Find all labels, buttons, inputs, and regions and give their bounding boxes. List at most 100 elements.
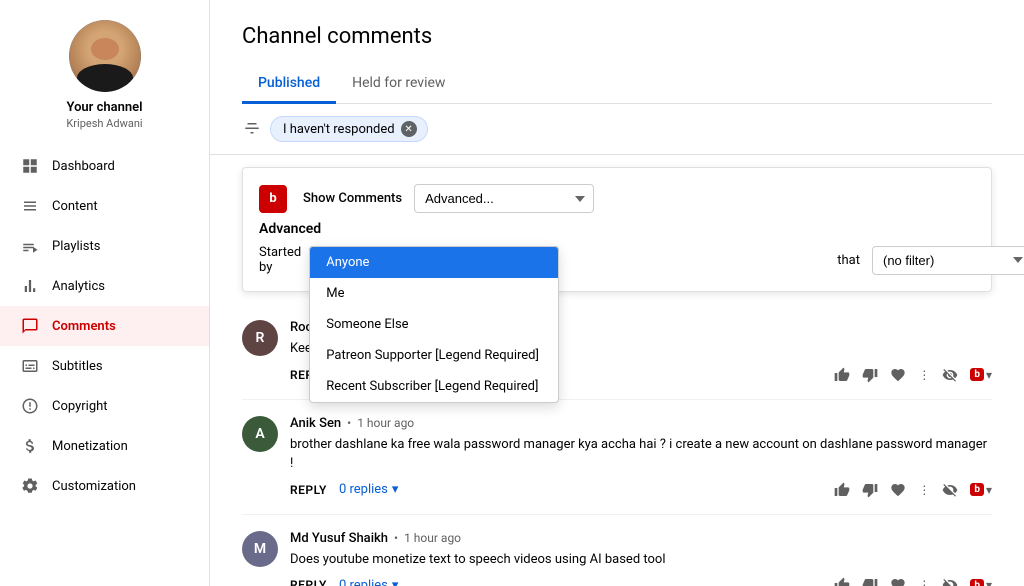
heart-button[interactable] — [890, 577, 906, 586]
avatar: A — [242, 416, 278, 452]
content-icon — [20, 196, 40, 216]
channel-badge-button[interactable]: b▾ — [970, 578, 992, 586]
dropdown-item-me[interactable]: Me — [310, 278, 558, 309]
sidebar-item-copyright[interactable]: Copyright — [0, 386, 209, 426]
heart-button[interactable] — [890, 482, 906, 498]
more-options-button[interactable]: ⋮ — [918, 483, 930, 497]
heart-button[interactable] — [890, 367, 906, 383]
that-filter-select[interactable]: (no filter) — [872, 246, 1024, 275]
sidebar-item-dashboard[interactable]: Dashboard — [0, 146, 209, 186]
channel-badge-button[interactable]: b▾ — [970, 368, 992, 382]
filter-icon[interactable] — [242, 119, 262, 139]
that-label: that — [837, 253, 860, 268]
dropdown-item-someone-else[interactable]: Someone Else — [310, 309, 558, 340]
sidebar-item-customization[interactable]: Customization — [0, 466, 209, 506]
customization-icon — [20, 476, 40, 496]
more-options-button[interactable]: ⋮ — [918, 578, 930, 586]
sidebar-item-content-label: Content — [52, 199, 98, 214]
sidebar-item-comments-label: Comments — [52, 319, 116, 334]
dropdown-item-recent-sub[interactable]: Recent Subscriber [Legend Required] — [310, 371, 558, 402]
show-comments-select[interactable]: Advanced... — [414, 184, 594, 213]
sidebar-item-subtitles[interactable]: Subtitles — [0, 346, 209, 386]
comment-item: A Anik Sen • 1 hour ago brother dashlane… — [242, 400, 992, 515]
channel-name: Your channel — [66, 100, 142, 115]
show-comments-label: Show Comments — [303, 191, 402, 206]
filter-chip-label: I haven't responded — [283, 122, 395, 137]
filter-chip[interactable]: I haven't responded ✕ — [270, 116, 428, 142]
comment-author: Anik Sen — [290, 416, 341, 431]
sidebar-item-dashboard-label: Dashboard — [52, 159, 115, 174]
started-by-dropdown[interactable]: Anyone ▾ Anyone Me Someone Else Patreon … — [309, 246, 559, 275]
show-comments-row: b Show Comments Advanced... — [259, 184, 975, 213]
avatar: R — [242, 320, 278, 356]
comment-text: Does youtube monetize text to speech vid… — [290, 550, 992, 570]
tabs: Published Held for review — [242, 65, 992, 104]
filter-bar: I haven't responded ✕ — [210, 104, 1024, 155]
sidebar-item-analytics-label: Analytics — [52, 279, 105, 294]
hide-button[interactable] — [942, 577, 958, 586]
sidebar-item-content[interactable]: Content — [0, 186, 209, 226]
dislike-button[interactable] — [862, 577, 878, 586]
sidebar-nav: Dashboard Content Playlists Analytics — [0, 146, 209, 506]
comments-area: b Show Comments Advanced... Advanced Sta… — [210, 155, 1024, 586]
comment-actions: REPLY 0 replies ▾ ⋮ — [290, 482, 992, 498]
filter-chip-close[interactable]: ✕ — [401, 121, 417, 137]
hide-button[interactable] — [942, 367, 958, 383]
sidebar-item-analytics[interactable]: Analytics — [0, 266, 209, 306]
chevron-down-icon: ▾ — [392, 482, 399, 497]
avatar: M — [242, 531, 278, 567]
page-header: Channel comments Published Held for revi… — [210, 0, 1024, 104]
sidebar-item-subtitles-label: Subtitles — [52, 359, 103, 374]
tab-published[interactable]: Published — [242, 65, 336, 104]
dropdown-list: Anyone Me Someone Else Patreon Supporter… — [309, 246, 559, 403]
like-button[interactable] — [834, 482, 850, 498]
monetization-icon — [20, 436, 40, 456]
advanced-panel: b Show Comments Advanced... Advanced Sta… — [242, 167, 992, 292]
reply-button[interactable]: REPLY — [290, 483, 327, 497]
sidebar-item-monetization-label: Monetization — [52, 439, 128, 454]
main-content: Channel comments Published Held for revi… — [210, 0, 1024, 586]
comments-icon — [20, 316, 40, 336]
comment-time: 1 hour ago — [357, 416, 414, 430]
channel-avatar — [69, 20, 141, 92]
replies-toggle[interactable]: 0 replies ▾ — [339, 482, 398, 497]
comment-body: Anik Sen • 1 hour ago brother dashlane k… — [290, 416, 992, 498]
dislike-button[interactable] — [862, 482, 878, 498]
comment-author: Md Yusuf Shaikh — [290, 531, 388, 546]
analytics-icon — [20, 276, 40, 296]
comment-time: • — [347, 416, 351, 430]
chevron-down-icon: ▾ — [392, 578, 399, 586]
comment-time: 1 hour ago — [404, 531, 461, 545]
reply-button[interactable]: REPLY — [290, 578, 327, 586]
comment-body: Md Yusuf Shaikh • 1 hour ago Does youtub… — [290, 531, 992, 586]
started-by-label: Started by — [259, 245, 301, 275]
hide-button[interactable] — [942, 482, 958, 498]
tab-held-for-review[interactable]: Held for review — [336, 65, 461, 104]
dropdown-item-anyone[interactable]: Anyone — [310, 247, 558, 278]
channel-badge-button[interactable]: b▾ — [970, 483, 992, 497]
comment-text: brother dashlane ka free wala password m… — [290, 435, 992, 474]
sidebar: Your channel Kripesh Adwani Dashboard Co… — [0, 0, 210, 586]
dashboard-icon — [20, 156, 40, 176]
sidebar-item-playlists-label: Playlists — [52, 239, 100, 254]
sidebar-item-customization-label: Customization — [52, 479, 136, 494]
comment-actions: REPLY 0 replies ▾ ⋮ — [290, 577, 992, 586]
like-button[interactable] — [834, 367, 850, 383]
sidebar-item-playlists[interactable]: Playlists — [0, 226, 209, 266]
sidebar-item-copyright-label: Copyright — [52, 399, 108, 414]
dropdown-item-patreon[interactable]: Patreon Supporter [Legend Required] — [310, 340, 558, 371]
sidebar-item-comments[interactable]: Comments — [0, 306, 209, 346]
subtitles-icon — [20, 356, 40, 376]
dislike-button[interactable] — [862, 367, 878, 383]
comment-time: • — [394, 531, 398, 545]
sidebar-item-monetization[interactable]: Monetization — [0, 426, 209, 466]
started-by-row: Started by Anyone ▾ Anyone Me Someone El… — [259, 245, 975, 275]
comment-item: M Md Yusuf Shaikh • 1 hour ago Does yout… — [242, 515, 992, 586]
replies-toggle[interactable]: 0 replies ▾ — [339, 578, 398, 586]
copyright-icon — [20, 396, 40, 416]
like-button[interactable] — [834, 577, 850, 586]
page-title: Channel comments — [242, 24, 992, 49]
playlists-icon — [20, 236, 40, 256]
advanced-label: Advanced — [259, 221, 975, 237]
more-options-button[interactable]: ⋮ — [918, 368, 930, 382]
